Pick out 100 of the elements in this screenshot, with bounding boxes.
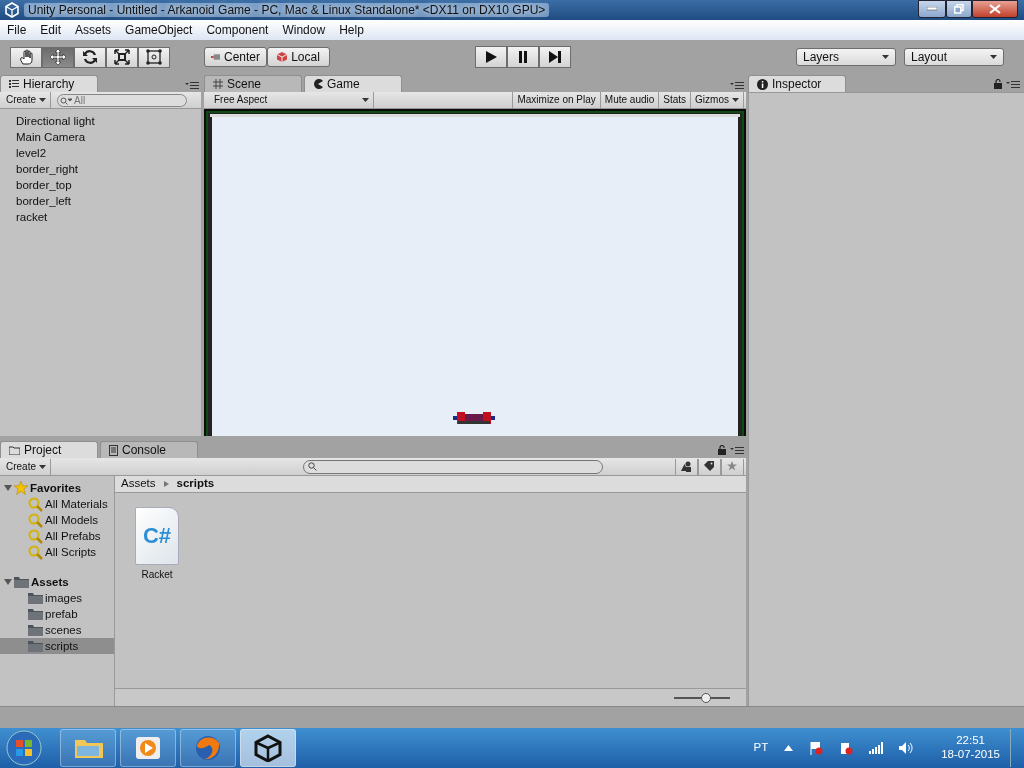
minimize-icon (927, 7, 937, 11)
create-button[interactable]: Create (2, 458, 51, 475)
clock-time[interactable]: 22:51 (956, 734, 985, 748)
menu-item[interactable]: Help (332, 22, 371, 38)
show-hidden-icons-icon[interactable] (784, 745, 794, 751)
tree-item[interactable]: scripts (0, 638, 114, 654)
project-tab[interactable]: Project (0, 441, 98, 458)
expand-arrow-icon[interactable] (4, 578, 12, 586)
search-field[interactable] (303, 459, 603, 474)
cube-icon (253, 734, 283, 762)
flag-icon[interactable] (809, 741, 824, 755)
tree-item[interactable]: images (0, 590, 114, 606)
language-indicator[interactable]: PT (753, 741, 769, 755)
menu-item[interactable]: File (0, 22, 34, 38)
zoom-slider[interactable] (674, 692, 730, 703)
step-icon (548, 50, 562, 64)
center-button[interactable]: Center (204, 47, 267, 67)
magnifier-icon (28, 528, 43, 544)
rect-icon (146, 49, 162, 65)
hierarchy-item[interactable]: border_left (0, 193, 201, 209)
tree-item[interactable]: All Materials (0, 496, 114, 512)
menu-item[interactable]: Component (199, 22, 276, 38)
tree-item[interactable]: All Scripts (0, 544, 114, 560)
menu-item[interactable]: Edit (33, 22, 69, 38)
hierarchy-item[interactable]: level2 (0, 145, 201, 161)
hierarchy-item[interactable]: border_top (0, 177, 201, 193)
label-filter-button[interactable] (698, 458, 721, 475)
lock-icon[interactable] (718, 445, 726, 455)
restore-icon (954, 4, 964, 14)
menu-item[interactable]: Window (275, 22, 333, 38)
tree-item[interactable]: scenes (0, 622, 114, 638)
gizmos-dropdown[interactable]: Gizmos (691, 92, 744, 108)
rotate-tool-button[interactable] (74, 46, 106, 68)
pause-button[interactable] (507, 46, 539, 68)
tree-item[interactable]: prefab (0, 606, 114, 622)
tree-group-label[interactable]: Favorites (30, 480, 82, 496)
close-button[interactable] (972, 0, 1018, 18)
dropdown[interactable]: Layout (904, 48, 1004, 66)
panel-menu-icon[interactable] (730, 81, 744, 89)
star-icon (727, 461, 738, 472)
panel-menu-icon[interactable] (1006, 80, 1020, 88)
lock-icon[interactable] (994, 79, 1002, 89)
scale-tool-button[interactable] (106, 46, 138, 68)
breadcrumb-item[interactable]: Assets (121, 477, 156, 491)
script-file-icon: C# (135, 507, 179, 565)
racket-drawing (453, 412, 495, 424)
scale-icon (114, 49, 130, 65)
info-icon (757, 78, 768, 90)
hierarchy-tab[interactable]: Hierarchy (0, 75, 98, 92)
toggle-button[interactable]: Mute audio (600, 92, 660, 108)
dropdown[interactable]: Layers (796, 48, 896, 66)
caret-icon (39, 464, 46, 469)
caret-icon (732, 98, 739, 102)
tree-item[interactable]: All Prefabs (0, 528, 114, 544)
minimize-button[interactable] (918, 0, 946, 18)
toggle-button[interactable]: Maximize on Play (512, 92, 601, 108)
tree-group-label[interactable]: Assets (31, 574, 69, 590)
breadcrumb-item[interactable]: scripts (176, 477, 215, 491)
shapes-icon (681, 461, 692, 472)
star-icon (14, 481, 28, 495)
restore-button[interactable] (946, 0, 972, 18)
type-filter-button[interactable] (675, 458, 698, 475)
hierarchy-item[interactable]: racket (0, 209, 201, 225)
view-tab[interactable]: Game (304, 75, 402, 92)
menu-item[interactable]: GameObject (118, 22, 200, 38)
start-button[interactable] (4, 729, 44, 767)
create-button[interactable]: Create (2, 92, 51, 108)
panel-menu-icon[interactable] (730, 446, 744, 454)
search-field[interactable]: All (57, 93, 187, 107)
hierarchy-item[interactable]: border_right (0, 161, 201, 177)
step-button[interactable] (539, 46, 571, 68)
tree-item[interactable]: All Models (0, 512, 114, 528)
panel-menu-icon[interactable] (185, 81, 199, 89)
rect-tool-button[interactable] (138, 46, 170, 68)
expand-arrow-icon[interactable] (4, 484, 12, 492)
cube-icon (277, 52, 288, 62)
play-button[interactable] (475, 46, 507, 68)
toggle-button[interactable]: Stats (659, 92, 692, 108)
volume-icon[interactable] (899, 742, 914, 754)
clock-date[interactable]: 18-07-2015 (941, 748, 1000, 762)
local-button[interactable]: Local (267, 47, 330, 67)
grid-icon (213, 79, 223, 89)
asset-item[interactable]: C# Racket (135, 507, 179, 674)
taskbar-app-button[interactable] (240, 729, 296, 767)
play-icon (484, 50, 498, 64)
menu-item[interactable]: Assets (68, 22, 119, 38)
close-icon (989, 4, 1001, 14)
hierarchy-item[interactable]: Directional light (0, 113, 201, 129)
move-tool-button[interactable] (42, 46, 74, 68)
inspector-tab[interactable]: Inspector (748, 75, 846, 92)
project-tab[interactable]: Console (100, 441, 198, 458)
aspect-dropdown[interactable]: Free Aspect (210, 92, 374, 108)
globe-icon (193, 734, 223, 762)
caret-icon (990, 55, 997, 59)
view-tab[interactable]: Scene (204, 75, 302, 92)
hand-tool-button[interactable] (10, 46, 42, 68)
signal-icon[interactable] (869, 742, 884, 754)
rotate-icon (82, 49, 98, 65)
pivot-icon (211, 54, 220, 60)
hierarchy-item[interactable]: Main Camera (0, 129, 201, 145)
